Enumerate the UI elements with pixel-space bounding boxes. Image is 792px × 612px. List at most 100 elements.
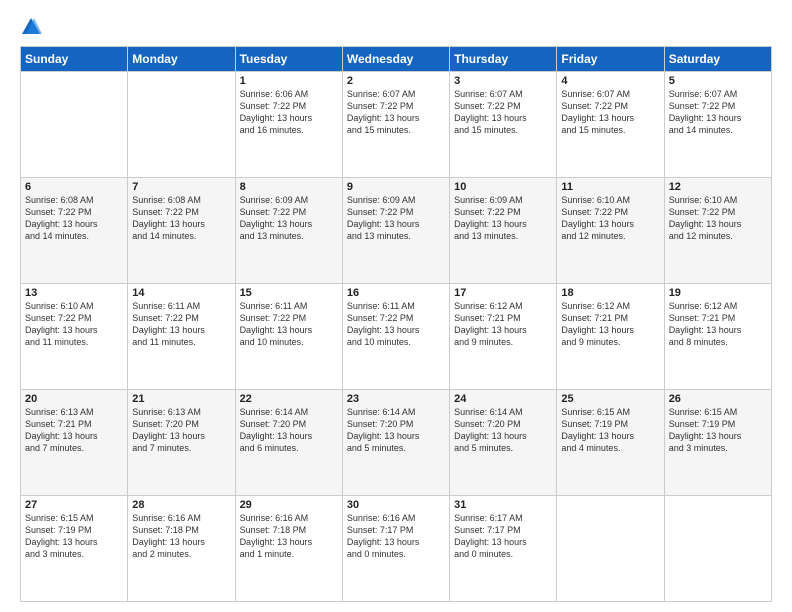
day-number: 25 <box>561 393 659 405</box>
day-info: Sunrise: 6:09 AM Sunset: 7:22 PM Dayligh… <box>454 194 552 243</box>
day-number: 19 <box>669 287 767 299</box>
day-info: Sunrise: 6:13 AM Sunset: 7:20 PM Dayligh… <box>132 406 230 455</box>
weekday-header-monday: Monday <box>128 47 235 72</box>
day-number: 2 <box>347 75 445 87</box>
day-cell: 6Sunrise: 6:08 AM Sunset: 7:22 PM Daylig… <box>21 178 128 284</box>
weekday-header-saturday: Saturday <box>664 47 771 72</box>
day-number: 8 <box>240 181 338 193</box>
day-info: Sunrise: 6:11 AM Sunset: 7:22 PM Dayligh… <box>132 300 230 349</box>
day-info: Sunrise: 6:11 AM Sunset: 7:22 PM Dayligh… <box>240 300 338 349</box>
day-info: Sunrise: 6:08 AM Sunset: 7:22 PM Dayligh… <box>132 194 230 243</box>
day-cell: 27Sunrise: 6:15 AM Sunset: 7:19 PM Dayli… <box>21 496 128 602</box>
day-info: Sunrise: 6:12 AM Sunset: 7:21 PM Dayligh… <box>669 300 767 349</box>
day-info: Sunrise: 6:08 AM Sunset: 7:22 PM Dayligh… <box>25 194 123 243</box>
day-info: Sunrise: 6:07 AM Sunset: 7:22 PM Dayligh… <box>454 88 552 137</box>
day-cell: 14Sunrise: 6:11 AM Sunset: 7:22 PM Dayli… <box>128 284 235 390</box>
day-cell: 23Sunrise: 6:14 AM Sunset: 7:20 PM Dayli… <box>342 390 449 496</box>
day-cell: 17Sunrise: 6:12 AM Sunset: 7:21 PM Dayli… <box>450 284 557 390</box>
calendar: SundayMondayTuesdayWednesdayThursdayFrid… <box>20 46 772 602</box>
day-number: 27 <box>25 499 123 511</box>
day-info: Sunrise: 6:07 AM Sunset: 7:22 PM Dayligh… <box>347 88 445 137</box>
day-cell: 7Sunrise: 6:08 AM Sunset: 7:22 PM Daylig… <box>128 178 235 284</box>
weekday-header-tuesday: Tuesday <box>235 47 342 72</box>
day-cell: 15Sunrise: 6:11 AM Sunset: 7:22 PM Dayli… <box>235 284 342 390</box>
day-cell: 21Sunrise: 6:13 AM Sunset: 7:20 PM Dayli… <box>128 390 235 496</box>
day-cell: 12Sunrise: 6:10 AM Sunset: 7:22 PM Dayli… <box>664 178 771 284</box>
day-number: 3 <box>454 75 552 87</box>
day-number: 20 <box>25 393 123 405</box>
day-cell: 10Sunrise: 6:09 AM Sunset: 7:22 PM Dayli… <box>450 178 557 284</box>
day-info: Sunrise: 6:17 AM Sunset: 7:17 PM Dayligh… <box>454 512 552 561</box>
day-number: 30 <box>347 499 445 511</box>
weekday-header-sunday: Sunday <box>21 47 128 72</box>
day-cell: 4Sunrise: 6:07 AM Sunset: 7:22 PM Daylig… <box>557 72 664 178</box>
day-cell: 3Sunrise: 6:07 AM Sunset: 7:22 PM Daylig… <box>450 72 557 178</box>
day-number: 12 <box>669 181 767 193</box>
day-cell: 31Sunrise: 6:17 AM Sunset: 7:17 PM Dayli… <box>450 496 557 602</box>
day-number: 24 <box>454 393 552 405</box>
day-cell: 30Sunrise: 6:16 AM Sunset: 7:17 PM Dayli… <box>342 496 449 602</box>
day-info: Sunrise: 6:10 AM Sunset: 7:22 PM Dayligh… <box>669 194 767 243</box>
day-number: 26 <box>669 393 767 405</box>
day-info: Sunrise: 6:09 AM Sunset: 7:22 PM Dayligh… <box>347 194 445 243</box>
day-number: 15 <box>240 287 338 299</box>
day-number: 5 <box>669 75 767 87</box>
day-number: 6 <box>25 181 123 193</box>
week-row-2: 6Sunrise: 6:08 AM Sunset: 7:22 PM Daylig… <box>21 178 772 284</box>
day-cell: 28Sunrise: 6:16 AM Sunset: 7:18 PM Dayli… <box>128 496 235 602</box>
weekday-header-thursday: Thursday <box>450 47 557 72</box>
day-number: 18 <box>561 287 659 299</box>
day-number: 17 <box>454 287 552 299</box>
day-info: Sunrise: 6:11 AM Sunset: 7:22 PM Dayligh… <box>347 300 445 349</box>
header <box>20 16 772 38</box>
day-cell: 24Sunrise: 6:14 AM Sunset: 7:20 PM Dayli… <box>450 390 557 496</box>
day-cell: 22Sunrise: 6:14 AM Sunset: 7:20 PM Dayli… <box>235 390 342 496</box>
day-number: 16 <box>347 287 445 299</box>
day-info: Sunrise: 6:16 AM Sunset: 7:17 PM Dayligh… <box>347 512 445 561</box>
weekday-header-wednesday: Wednesday <box>342 47 449 72</box>
day-cell: 26Sunrise: 6:15 AM Sunset: 7:19 PM Dayli… <box>664 390 771 496</box>
day-info: Sunrise: 6:15 AM Sunset: 7:19 PM Dayligh… <box>561 406 659 455</box>
day-cell: 2Sunrise: 6:07 AM Sunset: 7:22 PM Daylig… <box>342 72 449 178</box>
day-info: Sunrise: 6:14 AM Sunset: 7:20 PM Dayligh… <box>347 406 445 455</box>
day-cell: 16Sunrise: 6:11 AM Sunset: 7:22 PM Dayli… <box>342 284 449 390</box>
day-info: Sunrise: 6:14 AM Sunset: 7:20 PM Dayligh… <box>240 406 338 455</box>
day-info: Sunrise: 6:06 AM Sunset: 7:22 PM Dayligh… <box>240 88 338 137</box>
day-cell: 19Sunrise: 6:12 AM Sunset: 7:21 PM Dayli… <box>664 284 771 390</box>
day-info: Sunrise: 6:16 AM Sunset: 7:18 PM Dayligh… <box>132 512 230 561</box>
day-cell <box>664 496 771 602</box>
day-info: Sunrise: 6:10 AM Sunset: 7:22 PM Dayligh… <box>561 194 659 243</box>
week-row-1: 1Sunrise: 6:06 AM Sunset: 7:22 PM Daylig… <box>21 72 772 178</box>
day-number: 10 <box>454 181 552 193</box>
day-cell <box>21 72 128 178</box>
day-number: 21 <box>132 393 230 405</box>
day-number: 29 <box>240 499 338 511</box>
day-cell <box>557 496 664 602</box>
day-number: 22 <box>240 393 338 405</box>
day-info: Sunrise: 6:15 AM Sunset: 7:19 PM Dayligh… <box>669 406 767 455</box>
day-cell: 1Sunrise: 6:06 AM Sunset: 7:22 PM Daylig… <box>235 72 342 178</box>
day-info: Sunrise: 6:16 AM Sunset: 7:18 PM Dayligh… <box>240 512 338 561</box>
day-number: 7 <box>132 181 230 193</box>
day-number: 23 <box>347 393 445 405</box>
day-cell: 9Sunrise: 6:09 AM Sunset: 7:22 PM Daylig… <box>342 178 449 284</box>
day-number: 9 <box>347 181 445 193</box>
day-info: Sunrise: 6:09 AM Sunset: 7:22 PM Dayligh… <box>240 194 338 243</box>
day-cell: 20Sunrise: 6:13 AM Sunset: 7:21 PM Dayli… <box>21 390 128 496</box>
page: SundayMondayTuesdayWednesdayThursdayFrid… <box>0 0 792 612</box>
day-info: Sunrise: 6:12 AM Sunset: 7:21 PM Dayligh… <box>561 300 659 349</box>
day-info: Sunrise: 6:10 AM Sunset: 7:22 PM Dayligh… <box>25 300 123 349</box>
day-number: 4 <box>561 75 659 87</box>
day-number: 1 <box>240 75 338 87</box>
day-cell: 25Sunrise: 6:15 AM Sunset: 7:19 PM Dayli… <box>557 390 664 496</box>
day-number: 11 <box>561 181 659 193</box>
day-info: Sunrise: 6:14 AM Sunset: 7:20 PM Dayligh… <box>454 406 552 455</box>
day-number: 14 <box>132 287 230 299</box>
weekday-header-row: SundayMondayTuesdayWednesdayThursdayFrid… <box>21 47 772 72</box>
day-cell: 5Sunrise: 6:07 AM Sunset: 7:22 PM Daylig… <box>664 72 771 178</box>
day-cell: 18Sunrise: 6:12 AM Sunset: 7:21 PM Dayli… <box>557 284 664 390</box>
day-info: Sunrise: 6:15 AM Sunset: 7:19 PM Dayligh… <box>25 512 123 561</box>
week-row-5: 27Sunrise: 6:15 AM Sunset: 7:19 PM Dayli… <box>21 496 772 602</box>
day-cell: 11Sunrise: 6:10 AM Sunset: 7:22 PM Dayli… <box>557 178 664 284</box>
logo <box>20 16 46 38</box>
